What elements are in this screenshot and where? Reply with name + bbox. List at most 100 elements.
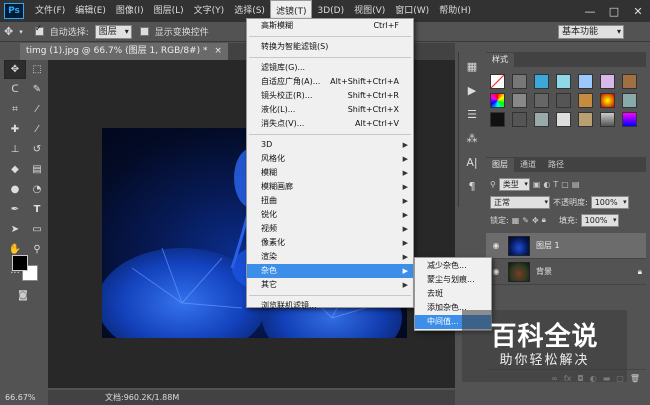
brush-panel-icon[interactable]: ⁂ — [462, 128, 482, 148]
filter-menu-item[interactable]: 渲染 ▶ — [247, 250, 413, 264]
filter-menu-item[interactable]: 镜头校正(R)... Shift+Ctrl+R — [247, 89, 413, 103]
lasso-tool-icon[interactable]: ᑕ — [4, 80, 26, 99]
lock-position-icon[interactable]: ✥ — [532, 216, 539, 225]
type-tool-icon[interactable]: T — [26, 200, 48, 219]
filter-menu-item[interactable]: 风格化 ▶ — [247, 152, 413, 166]
style-swatch[interactable] — [578, 74, 593, 89]
filter-pixel-icon[interactable]: ▣ — [533, 180, 541, 189]
dodge-tool-icon[interactable]: ◔ — [26, 180, 48, 199]
style-swatch[interactable] — [490, 93, 505, 108]
doc-info[interactable]: 文档:960.2K/1.88M — [105, 392, 179, 403]
tab-paths[interactable]: 路径 — [542, 158, 570, 172]
healing-brush-tool-icon[interactable]: ✚ — [4, 120, 26, 139]
blur-tool-icon[interactable]: ● — [4, 180, 26, 199]
filter-smart-icon[interactable]: ▤ — [572, 180, 580, 189]
fill-input[interactable]: 100% — [580, 213, 619, 227]
layer-kind-dropdown[interactable]: 类型 — [498, 177, 530, 191]
maximize-button[interactable]: □ — [602, 0, 626, 22]
zoom-tool-icon[interactable]: ⚲ — [26, 240, 48, 259]
tab-channels[interactable]: 通道 — [514, 158, 542, 172]
auto-select-dropdown[interactable]: 图层 — [94, 24, 132, 39]
opacity-input[interactable]: 100% — [590, 195, 629, 209]
menu-item[interactable]: 帮助(H) — [434, 0, 476, 22]
marquee-tool-icon[interactable]: ⬚ — [26, 60, 48, 79]
quick-select-tool-icon[interactable]: ✎ — [26, 80, 48, 99]
style-swatch[interactable] — [534, 93, 549, 108]
style-swatch[interactable] — [534, 112, 549, 127]
foreground-color-swatch[interactable] — [12, 255, 28, 271]
filter-menu-item[interactable]: 液化(L)... Shift+Ctrl+X — [247, 103, 413, 117]
style-swatch[interactable] — [556, 74, 571, 89]
noise-menu-item[interactable]: 减少杂色... — [415, 259, 491, 273]
filter-type-icon[interactable]: T — [553, 180, 558, 189]
menu-item[interactable]: 文件(F) — [30, 0, 70, 22]
eyedropper-tool-icon[interactable]: ⁄ — [26, 100, 48, 119]
filter-menu-item[interactable]: 自适应广角(A)... Alt+Shift+Ctrl+A — [247, 75, 413, 89]
lock-pixels-icon[interactable]: ✎ — [522, 216, 529, 225]
gradient-tool-icon[interactable]: ▤ — [26, 160, 48, 179]
brush-tool-icon[interactable]: ⁄ — [26, 120, 48, 139]
style-swatch[interactable] — [578, 112, 593, 127]
filter-adjust-icon[interactable]: ◐ — [543, 180, 550, 189]
document-tab[interactable]: timg (1).jpg @ 66.7% (图层 1, RGB/8#) * × — [20, 43, 229, 60]
filter-menu-item[interactable]: 模糊画廊 ▶ — [247, 180, 413, 194]
shape-tool-icon[interactable]: ▭ — [26, 220, 48, 239]
lock-all-icon[interactable]: 🔒︎ — [542, 215, 546, 225]
minimize-button[interactable]: — — [578, 0, 602, 22]
tab-close-icon[interactable]: × — [214, 46, 222, 56]
style-swatch[interactable] — [556, 112, 571, 127]
filter-menu-item[interactable]: 消失点(V)... Alt+Ctrl+V — [247, 117, 413, 131]
filter-menu-item[interactable]: 滤镜库(G)... — [247, 61, 413, 75]
filter-menu-item[interactable]: 其它 ▶ — [247, 278, 413, 292]
style-swatch[interactable] — [556, 93, 571, 108]
filter-menu-item[interactable]: 模糊 ▶ — [247, 166, 413, 180]
style-swatch[interactable] — [534, 74, 549, 89]
blend-mode-dropdown[interactable]: 正常 — [490, 195, 550, 209]
eraser-tool-icon[interactable]: ◆ — [4, 160, 26, 179]
show-transform-checkbox[interactable] — [139, 27, 149, 36]
filter-shape-icon[interactable]: ▢ — [561, 180, 569, 189]
tab-layers[interactable]: 图层 — [486, 158, 514, 172]
layer-row-layer1[interactable]: ◉ 图层 1 — [486, 233, 646, 259]
zoom-level[interactable]: 66.67% — [5, 390, 36, 405]
move-tool-icon[interactable]: ✥ — [4, 60, 26, 79]
quick-mask-icon[interactable]: ◙ — [14, 290, 32, 302]
noise-menu-item[interactable]: 蒙尘与划痕... — [415, 273, 491, 287]
clone-stamp-tool-icon[interactable]: ⊥ — [4, 140, 26, 159]
filter-menu-item[interactable]: 浏览联机滤镜... — [247, 299, 413, 313]
layer-name[interactable]: 背景 — [536, 266, 552, 277]
filter-menu-item[interactable]: 转换为智能滤镜(S) — [247, 40, 413, 54]
visibility-eye-icon[interactable]: ◉ — [490, 241, 502, 250]
properties-panel-icon[interactable]: ☰ — [462, 104, 482, 124]
style-swatch[interactable] — [622, 112, 637, 127]
style-swatch[interactable] — [512, 93, 527, 108]
delete-layer-icon[interactable]: 🗑︎ — [630, 374, 640, 383]
paragraph-panel-icon[interactable]: ¶ — [462, 176, 482, 196]
pen-tool-icon[interactable]: ✒ — [4, 200, 26, 219]
crop-tool-icon[interactable]: ⌗ — [4, 100, 26, 119]
history-brush-tool-icon[interactable]: ↺ — [26, 140, 48, 159]
close-button[interactable]: ✕ — [626, 0, 650, 22]
style-swatch[interactable] — [512, 74, 527, 89]
menu-item[interactable]: 文字(Y) — [189, 0, 230, 22]
actions-panel-icon[interactable]: ▶ — [462, 80, 482, 100]
style-swatch[interactable] — [512, 112, 527, 127]
style-swatch[interactable] — [600, 74, 615, 89]
path-select-tool-icon[interactable]: ➤ — [4, 220, 26, 239]
style-swatch[interactable] — [600, 93, 615, 108]
move-tool-icon[interactable]: ✥ — [4, 25, 13, 38]
workspace-dropdown[interactable]: 基本功能 — [558, 25, 624, 39]
filter-menu-item[interactable]: 锐化 ▶ — [247, 208, 413, 222]
layer-name[interactable]: 图层 1 — [536, 240, 560, 251]
auto-select-checkbox[interactable] — [34, 24, 44, 36]
filter-menu-item[interactable]: 3D ▶ — [247, 138, 413, 152]
filter-menu-item[interactable]: 像素化 ▶ — [247, 236, 413, 250]
layer-row-background[interactable]: ◉ 背景 🔒︎ — [486, 259, 646, 285]
style-swatch[interactable] — [622, 74, 637, 89]
style-swatch[interactable] — [622, 93, 637, 108]
menu-item[interactable]: 图层(L) — [149, 0, 189, 22]
lock-transparent-icon[interactable]: ▦ — [512, 216, 520, 225]
noise-menu-item[interactable]: 去斑 — [415, 287, 491, 301]
menu-item[interactable]: 图像(I) — [111, 0, 149, 22]
tab-styles[interactable]: 样式 — [486, 53, 514, 67]
